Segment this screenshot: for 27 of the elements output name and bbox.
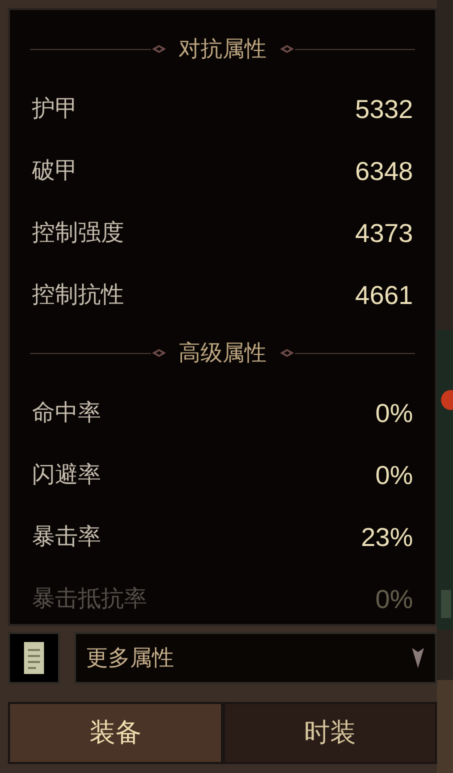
tab[interactable]: 时装 <box>224 704 435 762</box>
stat-value: 5332 <box>355 92 413 126</box>
section-title: 高级属性 <box>178 340 268 368</box>
stat-value: 4373 <box>355 216 413 250</box>
stat-label: 控制强度 <box>32 218 124 248</box>
stat-value: 0% <box>375 458 413 492</box>
section-title: 对抗属性 <box>178 36 268 64</box>
stat-value: 6348 <box>355 154 413 188</box>
stat-label: 闪避率 <box>32 460 101 490</box>
ornament-icon <box>278 44 294 54</box>
stat-value: 4661 <box>355 278 413 312</box>
stat-label: 暴击抵抗率 <box>32 584 147 614</box>
stat-label: 破甲 <box>32 156 78 186</box>
more-stats-dropdown[interactable]: 更多属性 <box>74 632 437 684</box>
stat-label: 护甲 <box>32 94 78 124</box>
stat-label: 控制抗性 <box>32 280 124 310</box>
ornament-icon <box>150 44 166 54</box>
stat-label: 命中率 <box>32 398 101 428</box>
chevron-down-icon <box>411 647 425 669</box>
stat-value: 0% <box>375 582 413 616</box>
stat-value: 23% <box>360 520 413 554</box>
stat-value: 0% <box>375 396 413 430</box>
ornament-icon <box>278 348 294 358</box>
scroll-icon[interactable] <box>8 632 60 684</box>
stat-label: 暴击率 <box>32 522 101 552</box>
tab[interactable]: 装备 <box>10 704 220 762</box>
ornament-icon <box>150 348 166 358</box>
